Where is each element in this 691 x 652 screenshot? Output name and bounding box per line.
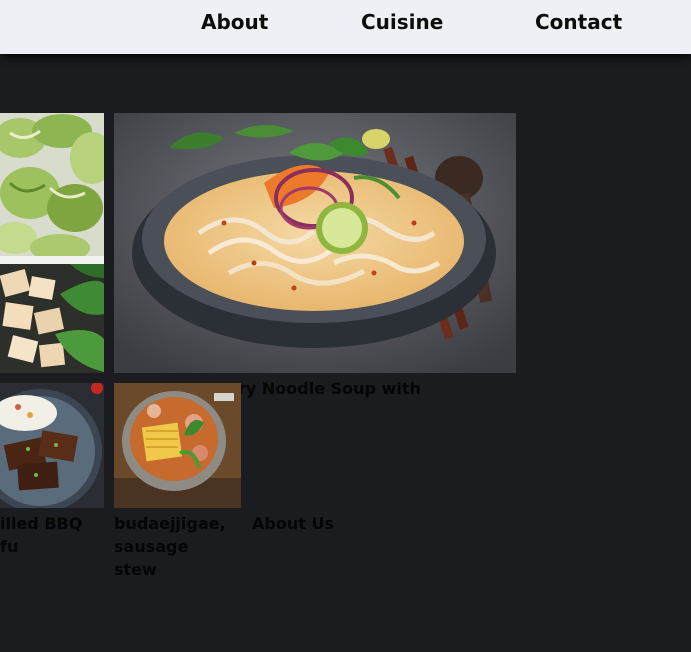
budaejjigae-caption-line2[interactable]: sausage — [114, 535, 188, 558]
grilled-bbq-tofu-caption-line1[interactable]: illed BBQ — [0, 512, 82, 535]
tofu-image[interactable] — [0, 264, 104, 373]
grilled-bbq-tofu-caption-line2[interactable]: fu — [0, 535, 18, 558]
curry-noodle-soup-image[interactable] — [114, 113, 516, 373]
budaejjigae-stew-image[interactable] — [114, 383, 241, 508]
grilled-bbq-tofu-image[interactable] — [0, 383, 104, 508]
budaejjigae-caption-line1[interactable]: budaejjigae, — [114, 512, 226, 535]
about-us-link[interactable]: About Us — [252, 512, 334, 535]
budaejjigae-caption-line3[interactable]: stew — [114, 558, 157, 581]
brussels-sprouts-image[interactable] — [0, 113, 104, 264]
nav-link-about[interactable]: About — [201, 9, 268, 35]
nav-link-cuisine[interactable]: Cuisine — [361, 9, 443, 35]
curry-noodle-soup-caption[interactable]: ry Noodle Soup with — [238, 377, 421, 400]
nav-link-contact[interactable]: Contact — [535, 9, 622, 35]
top-nav-bar: About Cuisine Contact — [0, 0, 691, 54]
